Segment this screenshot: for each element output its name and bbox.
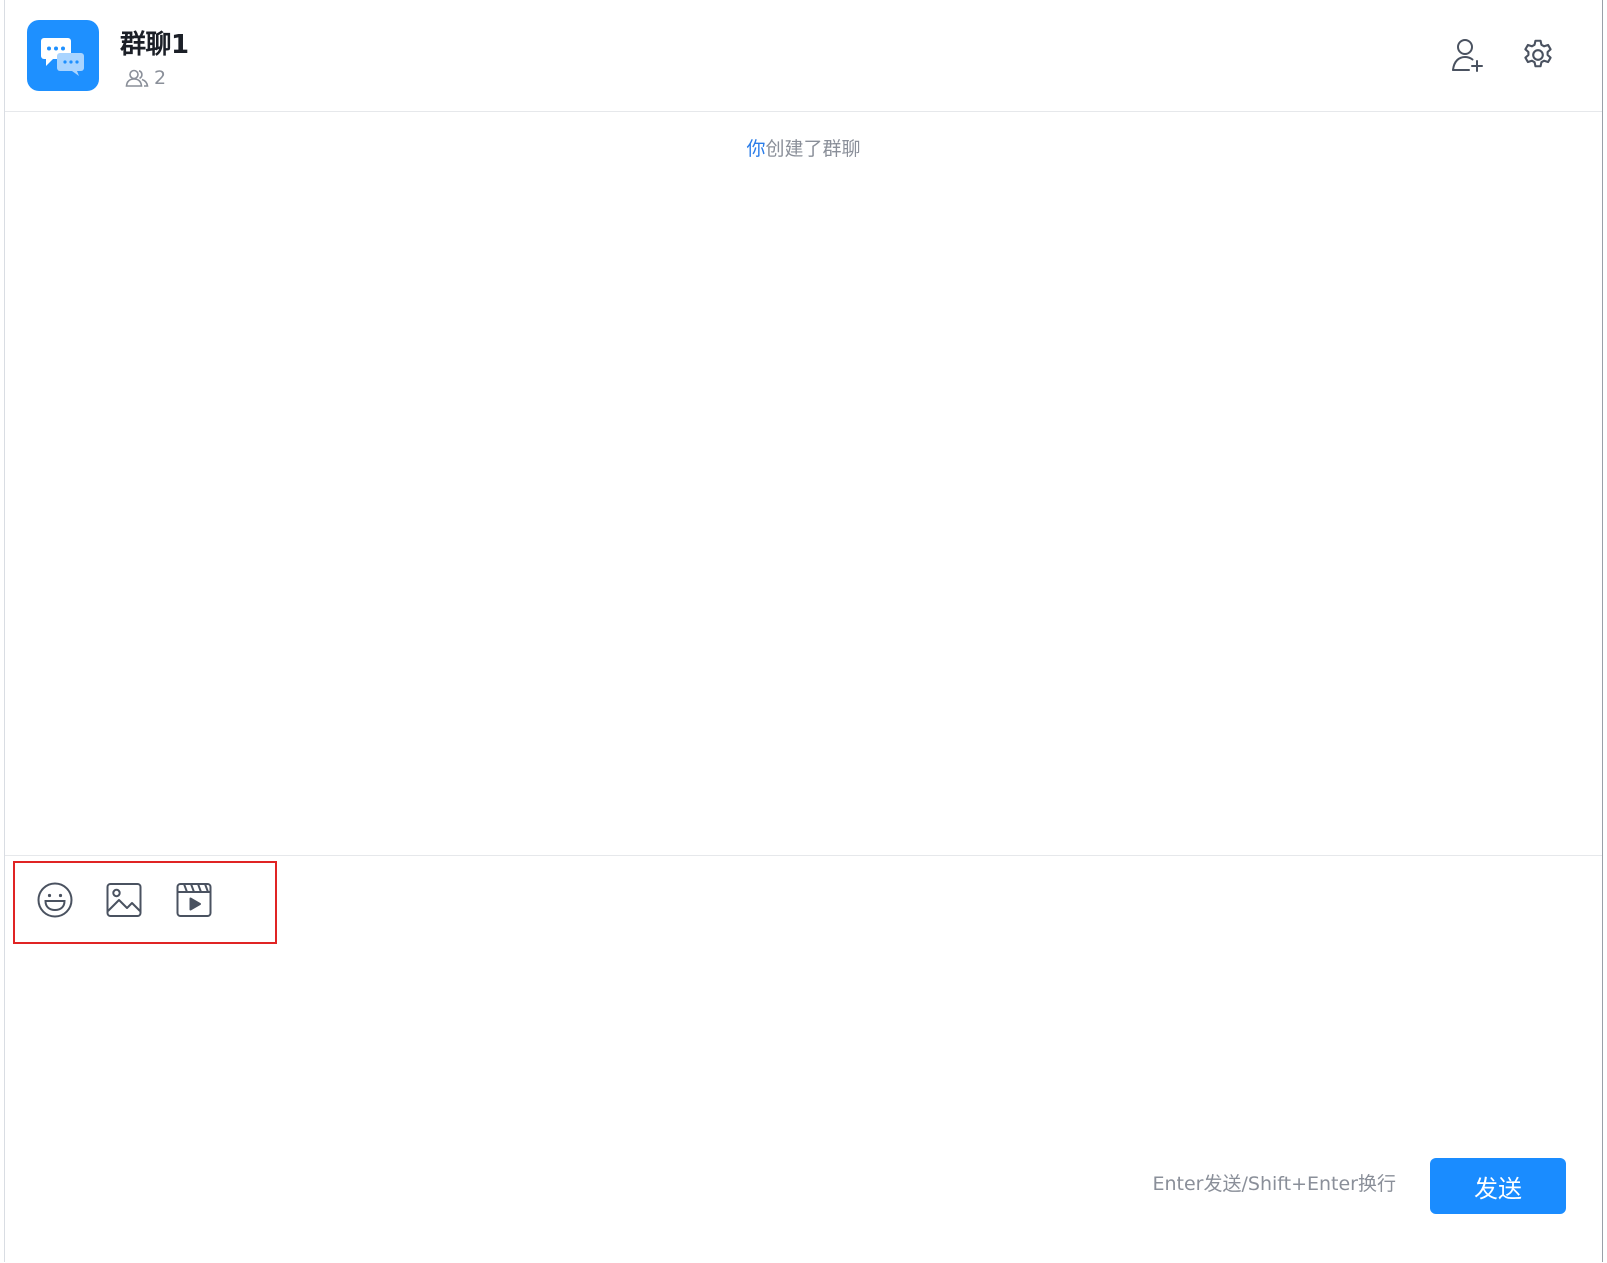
add-user-icon (1452, 39, 1483, 72)
image-icon (106, 883, 142, 917)
system-message-text: 创建了群聊 (765, 138, 861, 160)
group-avatar (27, 20, 99, 91)
chat-window: 群聊1 2 你创建了群聊 Enter发送/Shift+Enter换行 发送 (0, 0, 1607, 1262)
send-button[interactable]: 发送 (1430, 1158, 1566, 1214)
image-button[interactable] (104, 880, 144, 920)
message-composer: Enter发送/Shift+Enter换行 发送 (5, 855, 1602, 1263)
add-member-button[interactable] (1447, 35, 1487, 75)
right-divider (1602, 0, 1603, 1262)
message-list: 你创建了群聊 (5, 112, 1602, 855)
video-button[interactable] (174, 880, 214, 920)
member-count[interactable]: 2 (125, 66, 166, 90)
video-icon (176, 883, 212, 917)
message-input[interactable] (25, 956, 1589, 1150)
system-message: 你创建了群聊 (5, 134, 1602, 161)
settings-button[interactable] (1518, 35, 1558, 75)
send-shortcut-hint: Enter发送/Shift+Enter换行 (1152, 1173, 1396, 1195)
chat-header: 群聊1 2 (5, 0, 1602, 112)
emoji-button[interactable] (35, 880, 75, 920)
smiley-icon (37, 882, 73, 918)
member-count-value: 2 (154, 67, 167, 89)
members-icon (125, 69, 149, 87)
gear-icon (1524, 39, 1552, 68)
group-chat-bubbles-icon (41, 37, 84, 76)
system-message-actor[interactable]: 你 (746, 138, 765, 160)
group-title: 群聊1 (120, 30, 189, 60)
